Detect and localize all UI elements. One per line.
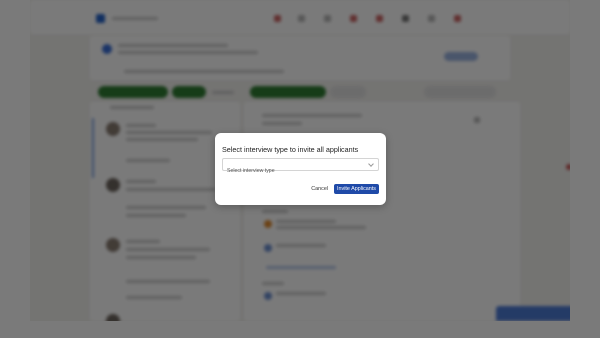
- dialog-title: Select interview type to invite all appl…: [222, 145, 359, 154]
- invite-applicants-dialog: Select interview type to invite all appl…: [215, 133, 386, 205]
- invite-applicants-button[interactable]: Invite Applicants: [334, 184, 379, 194]
- chevron-down-icon: [368, 161, 374, 167]
- screen: Select interview type to invite all appl…: [0, 0, 600, 338]
- dialog-actions: Cancel Invite Applicants: [309, 184, 379, 194]
- cancel-button[interactable]: Cancel: [309, 184, 330, 194]
- interview-type-select-value: Select interview type: [227, 168, 275, 174]
- interview-type-select[interactable]: Select interview type: [222, 158, 379, 174]
